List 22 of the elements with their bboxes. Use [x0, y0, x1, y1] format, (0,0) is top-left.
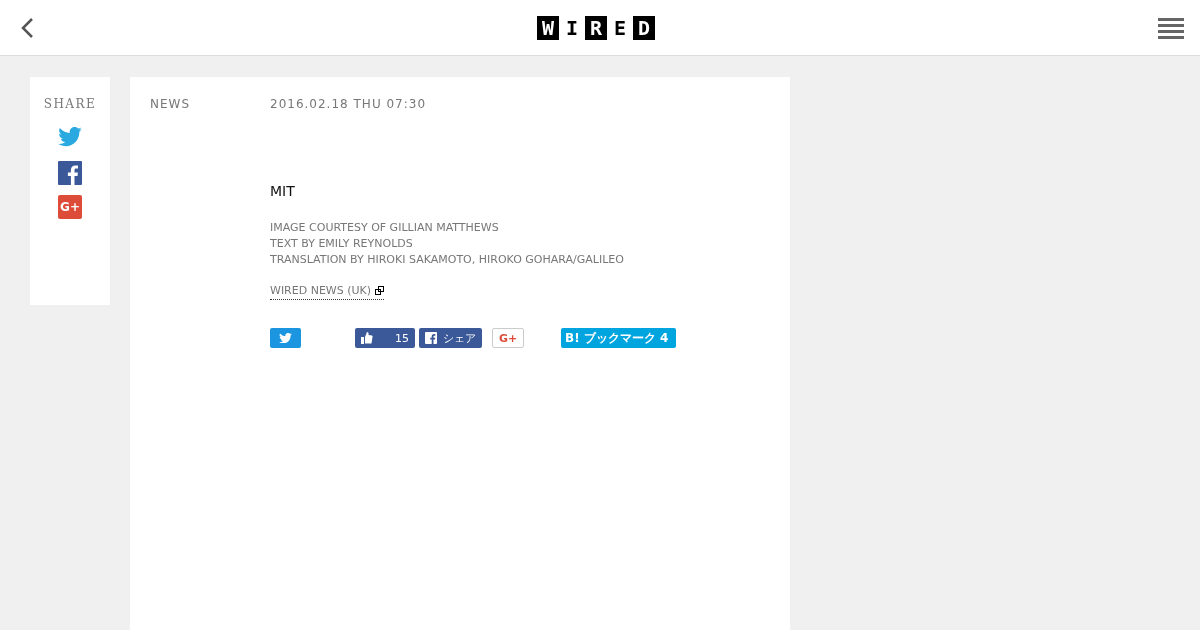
facebook-icon[interactable]	[58, 160, 82, 185]
bird-icon	[279, 332, 292, 344]
like-button[interactable]: 15	[355, 328, 415, 348]
article-title: MIT	[270, 183, 295, 199]
credit-line: IMAGE COURTESY OF GILLIAN MATTHEWS	[270, 221, 500, 234]
category-label: NEWS	[150, 97, 192, 113]
credit-line: TRANSLATION BY HIROKI SAKAMOTO, HIROKO GOHARA/GALILEO	[270, 253, 624, 266]
twitter-icon	[58, 127, 82, 147]
tweet-button[interactable]	[270, 328, 301, 348]
google-plus-icon[interactable]: G+	[58, 194, 82, 219]
publish-date: 2016.02.18 THU 07:30	[270, 97, 427, 111]
thumbs-up-icon	[361, 332, 373, 344]
source-link[interactable]: WIRED NEWS (UK)	[270, 284, 385, 300]
facebook-icon	[425, 332, 437, 344]
google-plus-button[interactable]: G+	[492, 328, 524, 348]
external-link-icon	[375, 286, 385, 295]
back-icon[interactable]	[20, 16, 34, 39]
credit-line: TEXT BY EMILY REYNOLDS	[270, 237, 414, 250]
bookmark-button[interactable]: B! ブックマーク 4	[561, 328, 676, 348]
facebook-share-button[interactable]: シェア	[419, 328, 482, 348]
share-label: SHARE	[43, 97, 97, 111]
logo[interactable]: W I R E D	[537, 15, 655, 40]
